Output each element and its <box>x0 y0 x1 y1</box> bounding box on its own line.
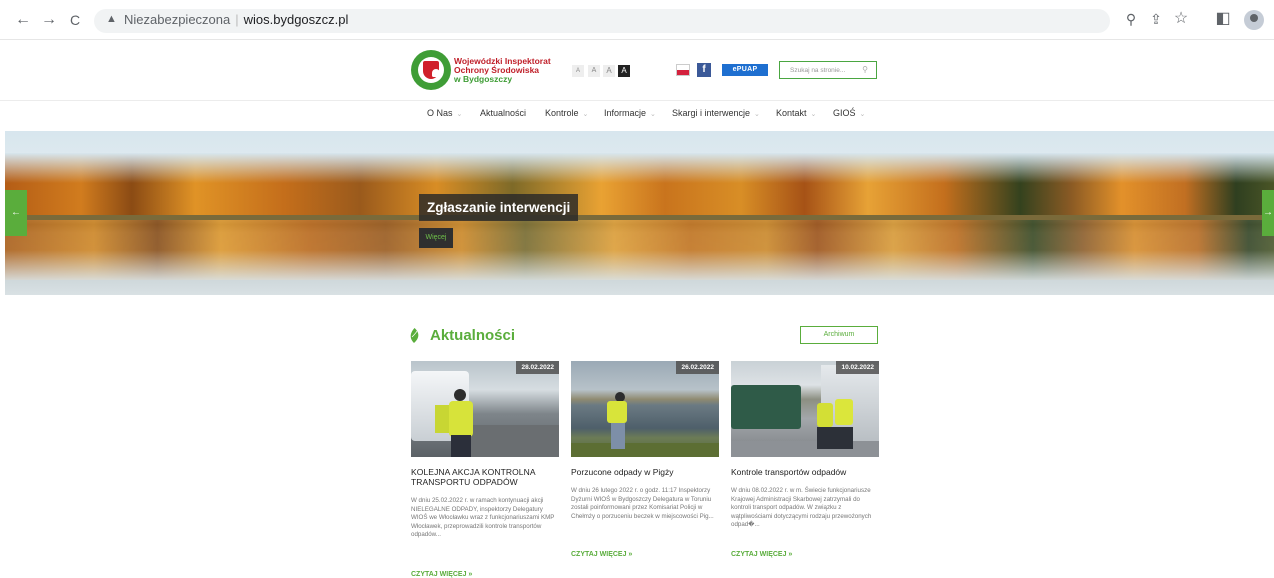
chevron-down-icon: ⌄ <box>754 111 760 118</box>
font-size-medium[interactable]: A <box>588 65 600 77</box>
font-size-small[interactable]: A <box>572 65 584 77</box>
search-box[interactable]: ⚲ <box>779 61 877 79</box>
main-menu: O Nas ⌄ Aktualności Kontrole ⌄ Informacje ⌄… <box>0 108 1274 122</box>
menu-item-aktualnosci[interactable]: Aktualności <box>480 108 526 118</box>
url-separator: | <box>235 12 239 27</box>
banner-more-button[interactable]: Więcej <box>419 228 453 248</box>
facebook-icon[interactable]: f <box>697 63 711 77</box>
news-excerpt: W dniu 25.02.2022 r. w ramach kontynuacj… <box>411 497 555 539</box>
menu-label: GIOŚ <box>833 108 856 118</box>
news-image[interactable]: 28.02.2022 <box>411 361 559 457</box>
forward-icon[interactable]: → <box>40 11 58 29</box>
address-bar[interactable]: ▲ Niezabezpieczona | wios.bydgoszcz.pl <box>94 9 1110 33</box>
contrast-button[interactable]: A <box>618 65 630 77</box>
side-panel-icon[interactable]: ◧ <box>1214 10 1232 28</box>
read-more-link[interactable]: CZYTAJ WIĘCEJ » <box>731 551 792 558</box>
banner-title[interactable]: Zgłaszanie interwencji <box>419 194 579 221</box>
menu-item-skargi[interactable]: Skargi i interwencje ⌄ <box>672 108 760 118</box>
logo-text[interactable]: Wojewódzki Inspektorat Ochrony Środowisk… <box>454 57 551 84</box>
chevron-down-icon: ⌄ <box>582 111 589 118</box>
grass-shape <box>571 443 719 457</box>
menu-label: Kontakt <box>776 108 807 118</box>
chevron-down-icon: ⌄ <box>650 111 656 118</box>
inspector-legs <box>611 423 625 449</box>
truck-shape <box>731 385 801 429</box>
news-date: 10.02.2022 <box>836 361 879 374</box>
news-excerpt: W dniu 26 lutego 2022 r. o godz. 11:17 I… <box>571 487 714 520</box>
menu-label: Skargi i interwencje <box>672 108 751 118</box>
url-text[interactable]: Niezabezpieczona | wios.bydgoszcz.pl <box>124 12 348 27</box>
archive-button[interactable]: Archiwum <box>800 326 878 344</box>
banner-reflection <box>5 220 1274 280</box>
leaf-icon <box>410 328 419 343</box>
logo-inner <box>418 57 444 83</box>
menu-item-kontrole[interactable]: Kontrole ⌄ <box>545 108 588 118</box>
security-label[interactable]: Niezabezpieczona <box>124 12 230 27</box>
news-title[interactable]: Porzucone odpady w Pigży <box>571 467 719 477</box>
menu-label: Informacje <box>604 108 647 118</box>
inspector-legs <box>817 427 853 449</box>
news-section-title: Aktualności <box>430 327 516 344</box>
news-date: 26.02.2022 <box>676 361 719 374</box>
hero-banner-image <box>5 131 1274 295</box>
menu-item-o-nas[interactable]: O Nas ⌄ <box>427 108 462 118</box>
menu-item-informacje[interactable]: Informacje ⌄ <box>604 108 656 118</box>
eagle-icon <box>432 69 440 77</box>
back-icon[interactable]: ← <box>14 11 32 29</box>
eagle-shield-icon <box>423 61 440 79</box>
inspector-vest <box>607 401 627 423</box>
inspector-head <box>454 389 466 401</box>
ground-shape <box>731 441 879 457</box>
reload-icon[interactable]: C <box>66 11 84 29</box>
menu-item-kontakt[interactable]: Kontakt ⌄ <box>776 108 816 118</box>
chevron-down-icon: ⌄ <box>859 111 866 118</box>
news-image[interactable]: 26.02.2022 <box>571 361 719 457</box>
warning-icon[interactable]: ▲ <box>106 13 117 25</box>
menu-item-gios[interactable]: GIOŚ ⌄ <box>833 108 865 118</box>
share-icon[interactable]: ⇪ <box>1147 10 1165 28</box>
inspector-legs <box>451 435 471 457</box>
menu-label: Aktualności <box>480 108 527 118</box>
browser-toolbar: ← → C ▲ Niezabezpieczona | wios.bydgoszcz.… <box>0 0 1274 40</box>
profile-avatar[interactable] <box>1244 10 1264 30</box>
read-more-link[interactable]: CZYTAJ WIĘCEJ » <box>571 551 632 558</box>
news-image[interactable]: 10.02.2022 <box>731 361 879 457</box>
road-shape <box>461 425 559 457</box>
font-size-large[interactable]: A <box>603 65 615 77</box>
logo-line-3: w Bydgoszczy <box>454 74 513 84</box>
menu-label: Kontrole <box>545 108 579 118</box>
search-input[interactable] <box>780 62 860 78</box>
zoom-icon[interactable]: ⚲ <box>1122 10 1140 28</box>
news-title[interactable]: KOLEJNA AKCJA KONTROLNA TRANSPORTU ODPAD… <box>411 467 559 487</box>
url-host[interactable]: wios.bydgoszcz.pl <box>244 12 349 27</box>
star-icon[interactable]: ☆ <box>1172 10 1190 28</box>
chevron-down-icon: ⌄ <box>456 111 463 118</box>
poland-flag-icon[interactable] <box>676 64 690 76</box>
slider-next-button[interactable]: → <box>1262 190 1274 236</box>
news-excerpt: W dniu 08.02.2022 r. w m. Świecie funkcj… <box>731 487 872 529</box>
chevron-down-icon: ⌄ <box>810 111 817 118</box>
news-title[interactable]: Kontrole transportów odpadów <box>731 467 879 477</box>
inspector-shape <box>435 405 449 433</box>
inspector-vest <box>817 403 833 427</box>
epuap-link[interactable]: ePUAP <box>722 64 768 76</box>
news-date: 28.02.2022 <box>516 361 559 374</box>
slider-prev-button[interactable]: ← <box>5 190 27 236</box>
banner-trees <box>5 153 1274 217</box>
header-divider <box>0 100 1274 101</box>
inspector-vest <box>835 399 853 425</box>
search-icon[interactable]: ⚲ <box>862 65 868 74</box>
logo-emblem[interactable] <box>411 50 451 90</box>
menu-label: O Nas <box>427 108 453 118</box>
inspector-vest <box>449 401 473 437</box>
